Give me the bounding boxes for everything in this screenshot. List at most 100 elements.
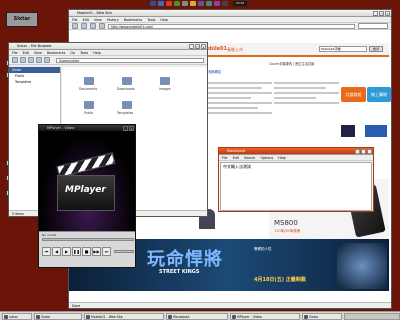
intel-ad[interactable] bbox=[365, 125, 387, 137]
folder-label[interactable]: Images bbox=[159, 87, 171, 91]
back-button[interactable] bbox=[72, 23, 78, 29]
folder-icon[interactable] bbox=[84, 101, 94, 109]
clock[interactable]: 08:56 bbox=[233, 1, 247, 6]
back-button[interactable] bbox=[12, 57, 18, 63]
ms800-title: MS800 bbox=[274, 219, 298, 227]
taskbar-item[interactable]: Mobile01 - Web Site bbox=[84, 312, 164, 320]
network-icon[interactable] bbox=[206, 1, 212, 6]
home-button[interactable] bbox=[99, 23, 105, 29]
prev-icon[interactable]: ⏮ bbox=[42, 246, 51, 256]
menu-view[interactable]: View bbox=[94, 18, 102, 22]
filemanager-titlebar[interactable]: Sixtar - File Browser _ □ x bbox=[9, 43, 207, 50]
menu-search[interactable]: Search bbox=[244, 156, 255, 160]
mplayer-titlebar[interactable]: MPlayer - Video _ x bbox=[39, 125, 135, 132]
taskbar-item[interactable]: Sixtar bbox=[34, 312, 82, 320]
mail-launcher-icon[interactable] bbox=[190, 1, 196, 6]
ad-thumbnail[interactable] bbox=[341, 125, 355, 137]
pause-icon[interactable]: ❚❚ bbox=[72, 246, 81, 256]
editor-window: Mousepad _ □ x File Edit Search Options He… bbox=[218, 147, 374, 212]
media-launcher-icon[interactable] bbox=[214, 1, 220, 6]
forward-button[interactable] bbox=[20, 57, 26, 63]
forward-icon[interactable]: ▶▶ bbox=[92, 246, 101, 256]
minimize-button[interactable]: _ bbox=[373, 11, 378, 16]
settings-launcher-icon[interactable] bbox=[198, 1, 204, 6]
menu-bookmarks[interactable]: Bookmarks bbox=[124, 18, 142, 22]
folder-label[interactable]: Public bbox=[84, 111, 93, 115]
mplayer-title: MPlayer - Video bbox=[47, 126, 75, 130]
maximize-button[interactable]: □ bbox=[379, 11, 384, 16]
next-icon[interactable]: ⏭ bbox=[102, 246, 111, 256]
menu-tools[interactable]: Tools bbox=[80, 51, 88, 55]
site-nav[interactable]: Clover手機專賣 | 數位生活討論 bbox=[269, 61, 314, 66]
editor-titlebar[interactable]: Mousepad _ □ x bbox=[219, 148, 373, 155]
url-field[interactable]: http://www.mobile01.com/ bbox=[108, 23, 355, 29]
taskbar-item[interactable]: Sixtar bbox=[302, 312, 342, 320]
applications-menu-icon[interactable] bbox=[150, 1, 156, 6]
menu-edit[interactable]: Edit bbox=[83, 18, 89, 22]
menu-options[interactable]: Options bbox=[260, 156, 273, 160]
folder-label[interactable]: Downloads bbox=[117, 87, 135, 91]
mplayer-icon bbox=[232, 314, 236, 319]
browser-launcher-icon[interactable] bbox=[158, 1, 164, 6]
editor-textarea[interactable]: 中文輸入法測試 bbox=[220, 162, 372, 211]
folder-icon[interactable] bbox=[122, 77, 132, 85]
reload-button[interactable] bbox=[90, 23, 96, 29]
up-button[interactable] bbox=[28, 57, 34, 63]
home-button[interactable] bbox=[36, 57, 42, 63]
folder-label[interactable]: Documents bbox=[79, 87, 97, 91]
minimize-button[interactable]: _ bbox=[355, 149, 360, 154]
menu-file[interactable]: File bbox=[72, 18, 78, 22]
menu-view[interactable]: View bbox=[34, 51, 42, 55]
volume-icon[interactable] bbox=[222, 1, 228, 6]
seek-bar[interactable] bbox=[42, 238, 134, 241]
desktop-label: Sixtar bbox=[6, 12, 38, 27]
discussion-button[interactable]: 討論群組 bbox=[341, 87, 366, 102]
folder-icon[interactable] bbox=[84, 77, 94, 85]
file-launcher-icon[interactable] bbox=[174, 1, 180, 6]
menu-bookmarks[interactable]: Bookmarks bbox=[47, 51, 65, 55]
menu-help[interactable]: Help bbox=[160, 18, 168, 22]
shopping-button[interactable]: 線上購物 bbox=[367, 87, 391, 102]
close-button[interactable]: x bbox=[385, 11, 390, 16]
mplayer-status: No media bbox=[42, 233, 57, 237]
taskbar-item[interactable]: MPlayer - Video bbox=[230, 312, 300, 320]
site-search-input[interactable]: Mobile01手機 bbox=[319, 46, 367, 52]
browser-navbar: http://www.mobile01.com/ bbox=[69, 23, 391, 30]
rewind-icon[interactable]: ◀ bbox=[52, 246, 61, 256]
web-search-field[interactable] bbox=[358, 23, 388, 29]
close-button[interactable]: x bbox=[201, 44, 206, 49]
folder-icon[interactable] bbox=[122, 101, 132, 109]
terminal-launcher-icon[interactable] bbox=[166, 1, 172, 6]
forward-button[interactable] bbox=[81, 23, 87, 29]
article-list bbox=[274, 79, 339, 134]
taskbar-item[interactable]: sixtar bbox=[2, 312, 32, 320]
menu-help[interactable]: Help bbox=[93, 51, 101, 55]
sidepane-item-templates[interactable]: Templates bbox=[9, 79, 60, 85]
close-button[interactable]: x bbox=[367, 149, 372, 154]
site-search-button[interactable]: 搜尋 bbox=[369, 46, 383, 52]
minimize-button[interactable]: _ bbox=[189, 44, 194, 49]
stop-icon[interactable]: ■ bbox=[82, 246, 91, 256]
menu-file[interactable]: File bbox=[222, 156, 228, 160]
menu-edit[interactable]: Edit bbox=[23, 51, 29, 55]
minimize-button[interactable]: _ bbox=[123, 126, 128, 131]
menu-tools[interactable]: Tools bbox=[147, 18, 155, 22]
maximize-button[interactable]: □ bbox=[195, 44, 200, 49]
play-icon[interactable]: ▶ bbox=[62, 246, 71, 256]
menu-edit[interactable]: Edit bbox=[233, 156, 239, 160]
maximize-button[interactable]: □ bbox=[361, 149, 366, 154]
close-button[interactable]: x bbox=[129, 126, 134, 131]
browser-titlebar[interactable]: Mobile01 - Web Site _ □ x bbox=[69, 10, 391, 17]
location-field[interactable]: /home/sixtar bbox=[56, 57, 204, 63]
folder-icon[interactable] bbox=[160, 77, 170, 85]
editor-launcher-icon[interactable] bbox=[182, 1, 188, 6]
volume-slider[interactable] bbox=[114, 249, 134, 253]
movie-tagline: 警察的人性 bbox=[254, 247, 272, 251]
menu-help[interactable]: Help bbox=[278, 156, 286, 160]
reload-button[interactable] bbox=[44, 57, 50, 63]
folder-label[interactable]: Templates bbox=[117, 111, 133, 115]
menu-go[interactable]: Go bbox=[70, 51, 75, 55]
menu-file[interactable]: File bbox=[12, 51, 18, 55]
menu-history[interactable]: History bbox=[107, 18, 119, 22]
taskbar-item[interactable]: Mousepad bbox=[166, 312, 228, 320]
